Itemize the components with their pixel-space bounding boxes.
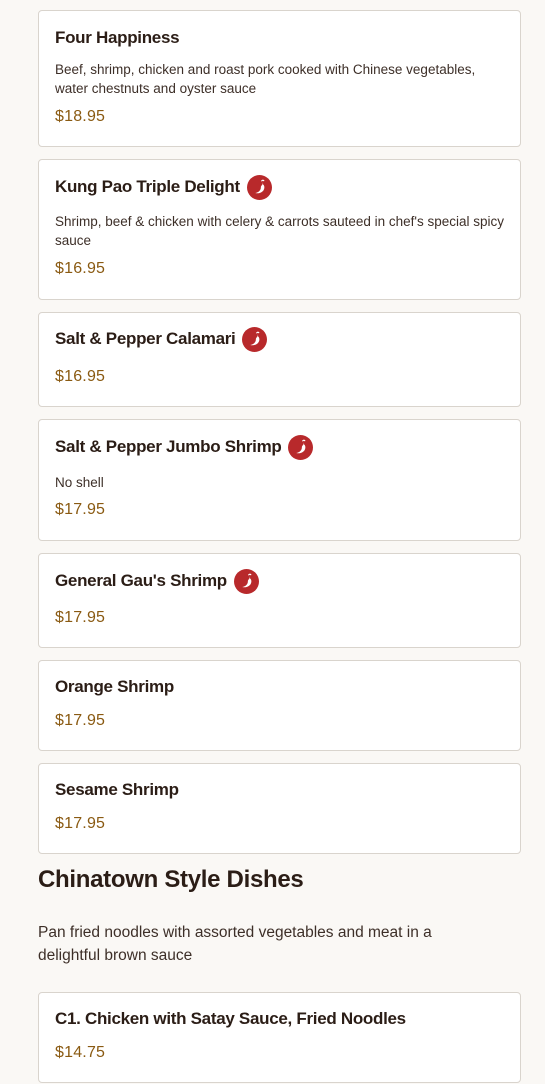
menu-item-price: $17.95 bbox=[55, 712, 106, 729]
menu-item-price: $16.95 bbox=[55, 260, 106, 277]
menu-item-price: $17.95 bbox=[55, 815, 106, 832]
menu-item-name: General Gau's Shrimp bbox=[55, 571, 227, 590]
menu-item-card[interactable]: Salt & Pepper Jumbo Shrimp No shell $17.… bbox=[38, 419, 521, 541]
menu-item-card[interactable]: General Gau's Shrimp $17.95 bbox=[38, 553, 521, 648]
menu-item-name: Four Happiness bbox=[55, 28, 180, 47]
menu-item-name: Sesame Shrimp bbox=[55, 780, 179, 799]
menu-item-price: $14.75 bbox=[55, 1044, 106, 1061]
section-title: Chinatown Style Dishes bbox=[38, 866, 304, 893]
menu-item-name: Kung Pao Triple Delight bbox=[55, 177, 240, 196]
menu-item-card[interactable]: Orange Shrimp $17.95 bbox=[38, 660, 521, 751]
menu-item-card[interactable]: C1. Chicken with Satay Sauce, Fried Nood… bbox=[38, 992, 521, 1083]
menu-item-price: $18.95 bbox=[55, 108, 106, 125]
menu-item-card[interactable]: Sesame Shrimp $17.95 bbox=[38, 763, 521, 854]
menu-item-description: No shell bbox=[55, 475, 104, 490]
section-description: Pan fried noodles with assorted vegetabl… bbox=[38, 924, 432, 964]
menu-item-description: Shrimp, beef & chicken with celery & car… bbox=[55, 214, 505, 248]
menu-item-name: Salt & Pepper Jumbo Shrimp bbox=[55, 437, 282, 456]
menu-item-description: Beef, shrimp, chicken and roast pork coo… bbox=[55, 62, 476, 96]
chili-pepper-icon bbox=[288, 434, 314, 460]
menu-item-name: C1. Chicken with Satay Sauce, Fried Nood… bbox=[55, 1009, 406, 1028]
menu-item-price: $17.95 bbox=[55, 609, 106, 626]
chili-pepper-icon bbox=[233, 568, 259, 594]
menu-item-list: Four Happiness Beef, shrimp, chicken and… bbox=[38, 10, 521, 866]
menu-item-card[interactable]: Kung Pao Triple Delight Shrimp, beef & c… bbox=[38, 159, 521, 300]
menu-item-price: $17.95 bbox=[55, 501, 106, 518]
chili-pepper-icon bbox=[246, 174, 272, 200]
menu-item-name: Orange Shrimp bbox=[55, 677, 174, 696]
menu-item-card[interactable]: Four Happiness Beef, shrimp, chicken and… bbox=[38, 10, 521, 147]
menu-item-card[interactable]: Salt & Pepper Calamari $16.95 bbox=[38, 312, 521, 407]
chili-pepper-icon bbox=[242, 326, 268, 352]
menu-item-name: Salt & Pepper Calamari bbox=[55, 329, 236, 348]
menu-item-price: $16.95 bbox=[55, 368, 106, 385]
